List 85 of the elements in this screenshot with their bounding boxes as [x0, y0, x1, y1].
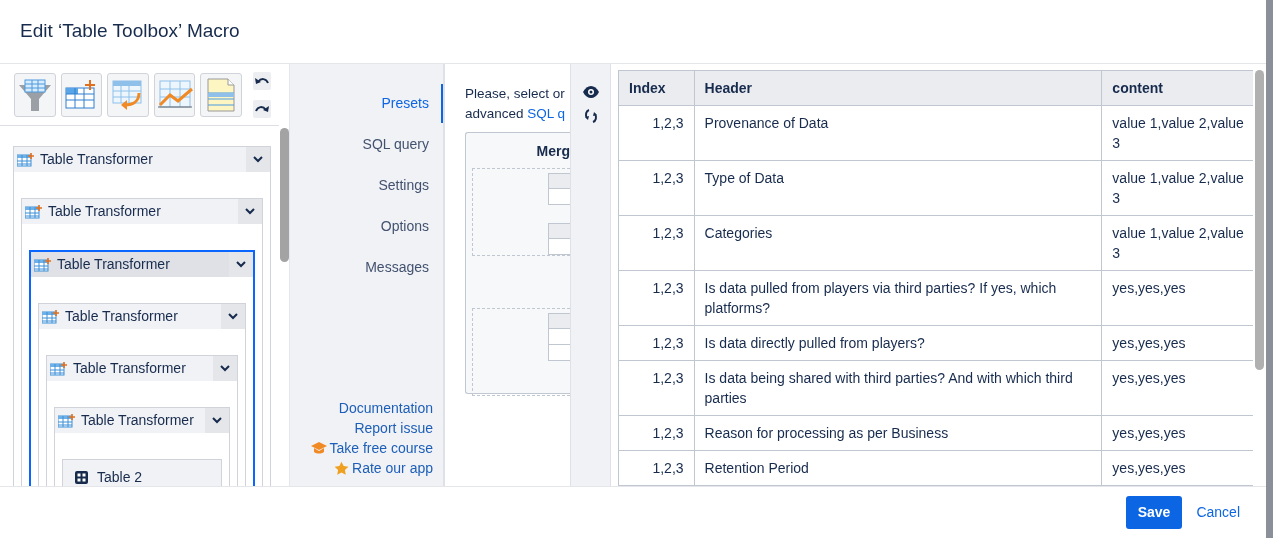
tree-node[interactable]: Table Transformer	[14, 147, 270, 172]
star-icon	[334, 460, 350, 476]
table-cell: Is data being shared with third parties? And with which third parties	[694, 360, 1102, 416]
table-cell: Provenance of Data	[694, 105, 1102, 161]
table-add-icon	[58, 413, 76, 428]
node-label: Table Transformer	[81, 411, 195, 430]
table-add-icon	[34, 257, 52, 272]
chevron-down-icon	[228, 313, 238, 320]
save-button[interactable]: Save	[1125, 496, 1183, 529]
chevron-down-icon	[220, 365, 230, 372]
link[interactable]: Rate our app	[334, 458, 433, 478]
chevron-down-icon	[212, 417, 222, 424]
cancel-button[interactable]: Cancel	[1188, 496, 1248, 529]
node-label: Table Transformer	[40, 150, 154, 169]
table-cell: 1,2,3	[618, 215, 695, 271]
nav-tab[interactable]: Messages	[290, 248, 443, 287]
chevron-button[interactable]	[229, 252, 253, 277]
table-add-icon	[50, 361, 68, 376]
chevron-button[interactable]	[246, 147, 270, 172]
redo-button[interactable]	[252, 99, 271, 118]
chevron-down-icon	[245, 208, 255, 215]
tree-node[interactable]: Table Transformer	[22, 199, 262, 224]
link[interactable]: Take free course	[310, 438, 433, 458]
node-label: Table Transformer	[48, 202, 162, 221]
nav-tab[interactable]: Presets	[290, 84, 443, 123]
table-chart-button[interactable]	[153, 72, 196, 117]
table-add-button[interactable]	[60, 72, 103, 117]
undo-button[interactable]	[252, 71, 271, 90]
node-label: Table Transformer	[65, 307, 179, 326]
chevron-down-icon	[236, 261, 246, 268]
table-filter-icon	[16, 76, 53, 113]
link[interactable]: Report issue	[354, 418, 433, 438]
nav-tab[interactable]: SQL query	[290, 125, 443, 164]
grid-icon	[75, 470, 88, 484]
table-cell: Retention Period	[694, 450, 1102, 486]
graduation-cap-icon	[310, 442, 327, 454]
tree-node[interactable]: Table 2	[63, 460, 221, 486]
tree-node[interactable]: Table Transformer	[31, 252, 253, 277]
table-filter-button[interactable]	[14, 72, 56, 117]
table-cell: Type of Data	[694, 160, 1102, 216]
tree-node[interactable]: Table Transformer	[55, 408, 229, 433]
node-label: Table 2	[97, 467, 144, 486]
link[interactable]: Documentation	[338, 398, 433, 418]
table-chart-icon	[155, 78, 194, 111]
table-rotate-icon	[111, 78, 145, 111]
tree-node[interactable]: Table Transformer	[39, 304, 245, 329]
chevron-button[interactable]	[213, 356, 237, 381]
column-header: Header	[694, 70, 1102, 106]
node-label: Table Transformer	[73, 359, 187, 378]
nav-tab[interactable]: Settings	[290, 166, 443, 205]
dialog-title: Edit ‘Table Toolbox’ Macro	[20, 20, 240, 43]
table-cell: Is data pulled from players via third parties? If yes, which platforms?	[694, 270, 1102, 326]
table-cell: Is data directly pulled from players?	[694, 325, 1102, 361]
table-cell: 1,2,3	[618, 160, 695, 216]
table-cell: 1,2,3	[618, 105, 695, 161]
table-cell: Categories	[694, 215, 1102, 271]
table-add-icon	[42, 309, 60, 324]
table-cell: 1,2,3	[618, 360, 695, 416]
chevron-button[interactable]	[238, 199, 262, 224]
intro-text: advanced SQL q	[465, 105, 567, 123]
chevron-button[interactable]	[221, 304, 245, 329]
intro-text: Please, select or	[465, 85, 566, 103]
scrollbar[interactable]	[279, 128, 289, 262]
table-add-icon	[25, 204, 43, 219]
chevron-down-icon	[253, 156, 263, 163]
table-document-icon	[206, 76, 237, 113]
eye-icon[interactable]	[582, 86, 599, 98]
table-add-icon	[17, 152, 35, 167]
table-cell: Reason for processing as per Business	[694, 415, 1102, 451]
tree-node[interactable]: Table Transformer	[47, 356, 237, 381]
redo-icon	[254, 103, 269, 114]
undo-icon	[254, 75, 269, 86]
table-cell: 1,2,3	[618, 325, 695, 361]
chevron-button[interactable]	[205, 408, 229, 433]
table-cell: 1,2,3	[618, 415, 695, 451]
refresh-icon[interactable]	[583, 108, 598, 124]
table-cell: 1,2,3	[618, 450, 695, 486]
card-title: Merg	[535, 142, 570, 161]
column-header: Index	[618, 70, 695, 106]
column-header: content	[1101, 70, 1253, 106]
sql-query-link[interactable]: SQL q	[527, 106, 566, 121]
nav-tab[interactable]: Options	[290, 207, 443, 246]
node-label: Table Transformer	[57, 255, 171, 274]
table-cell: 1,2,3	[618, 270, 695, 326]
scrollbar[interactable]	[1255, 70, 1264, 370]
